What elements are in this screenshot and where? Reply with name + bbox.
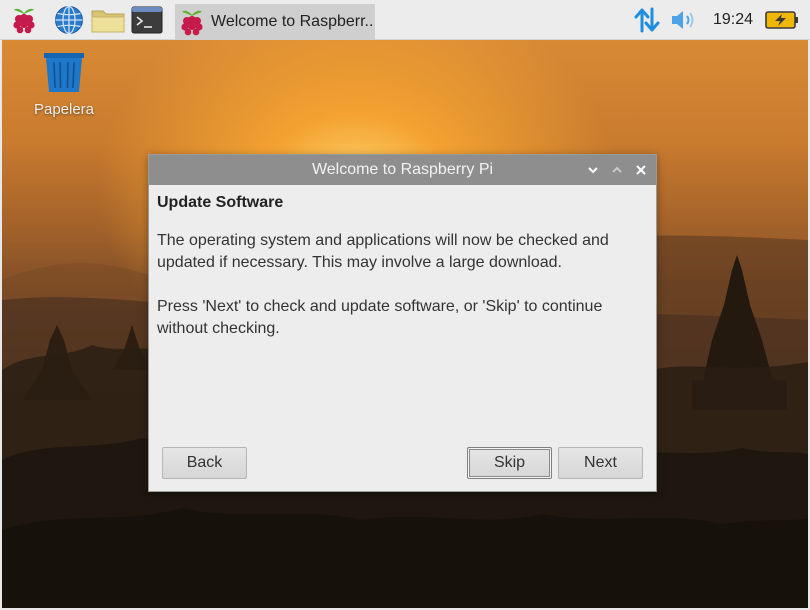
section-heading: Update Software [157,194,284,211]
description-text: The operating system and applications wi… [157,232,609,271]
trash-label: Papelera [33,101,95,118]
web-browser-icon[interactable] [52,4,86,36]
dialog-title: Welcome to Raspberry Pi [311,161,494,178]
instruction-text: Press 'Next' to check and update softwar… [157,298,603,337]
maximize-icon[interactable] [609,162,625,178]
minimize-icon[interactable] [585,162,601,178]
close-icon[interactable] [633,162,649,178]
taskbar: Welcome to Raspberr... 19:24 [0,0,810,40]
volume-icon[interactable] [669,4,699,36]
dialog-titlebar[interactable]: Welcome to Raspberry Pi [149,155,656,185]
skip-button[interactable]: Skip [467,447,552,479]
back-button[interactable]: Back [162,447,247,479]
next-button[interactable]: Next [558,447,643,479]
dialog-content: Update Software The operating system and… [149,185,656,340]
taskbar-item-label: Welcome to Raspberr... [211,13,375,30]
clock[interactable]: 19:24 [713,11,753,29]
battery-icon[interactable] [763,4,801,36]
trash-icon [40,50,88,99]
raspberry-app-icon [179,8,205,36]
trash-desktop-item[interactable]: Papelera [28,50,100,118]
welcome-dialog: Welcome to Raspberry Pi Update Software … [148,154,657,492]
taskbar-item-welcome[interactable]: Welcome to Raspberr... [175,4,375,40]
raspberry-menu-icon[interactable] [8,4,40,36]
network-icon[interactable] [632,4,662,36]
file-manager-icon[interactable] [90,4,126,36]
terminal-icon[interactable] [130,4,164,36]
